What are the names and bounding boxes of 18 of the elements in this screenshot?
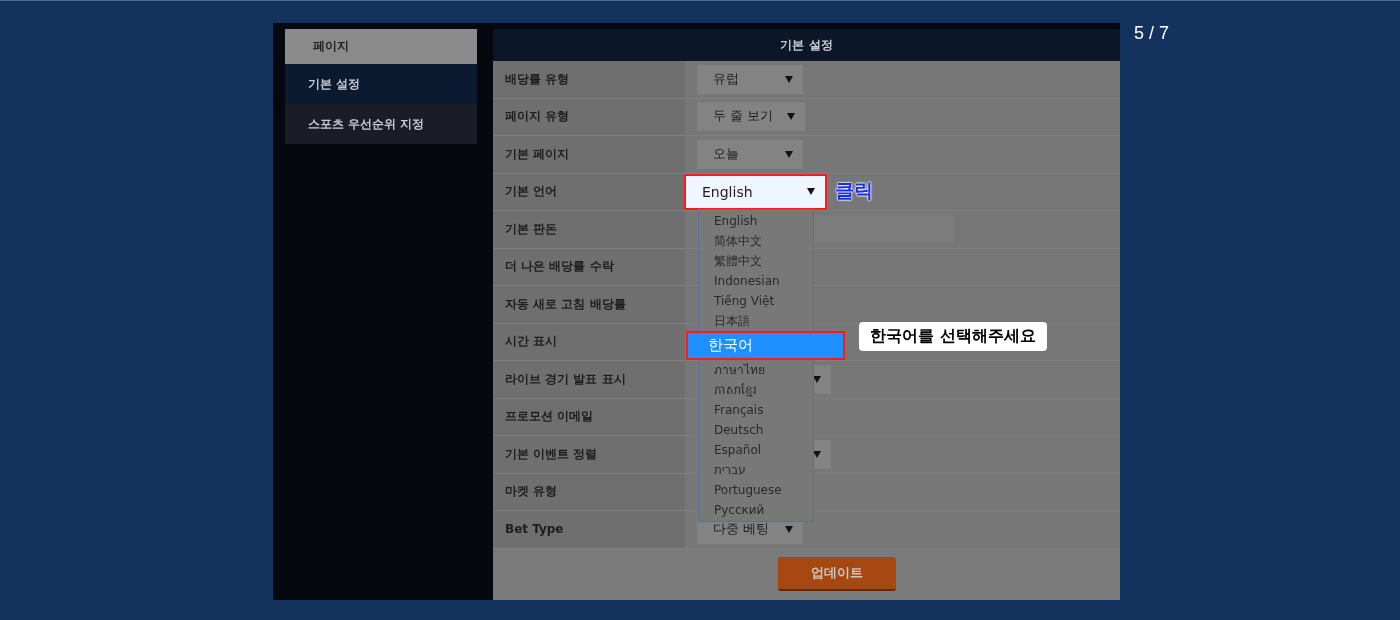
setting-label: 페이지 유형 bbox=[505, 108, 570, 126]
setting-label: 기본 페이지 bbox=[505, 145, 570, 163]
callout-label: 한국어를 선택해주세요 bbox=[859, 322, 1047, 351]
slide-counter: 5 / 7 bbox=[1134, 23, 1170, 45]
annotation-label: 클릭 bbox=[835, 178, 873, 203]
setting-label: 자동 새로 고침 배당률 bbox=[505, 295, 626, 313]
setting-label: 기본 언어 bbox=[505, 183, 558, 201]
setting-label: Bet Type bbox=[505, 522, 564, 537]
setting-label: 배당률 유형 bbox=[505, 70, 570, 88]
setting-label: 프로모션 이메일 bbox=[505, 408, 594, 426]
setting-label: 라이브 경기 발표 표시 bbox=[505, 370, 626, 388]
panel-header: 기본 설정 bbox=[493, 29, 1120, 61]
menu-header: 페이지 bbox=[285, 29, 477, 64]
setting-label: 기본 판돈 bbox=[505, 220, 558, 238]
setting-label: 마켓 유형 bbox=[505, 483, 558, 501]
setting-label: 기본 이벤트 정렬 bbox=[505, 445, 598, 463]
setting-label: 더 나은 배당률 수락 bbox=[505, 258, 614, 276]
setting-label: 시간 표시 bbox=[505, 333, 558, 351]
